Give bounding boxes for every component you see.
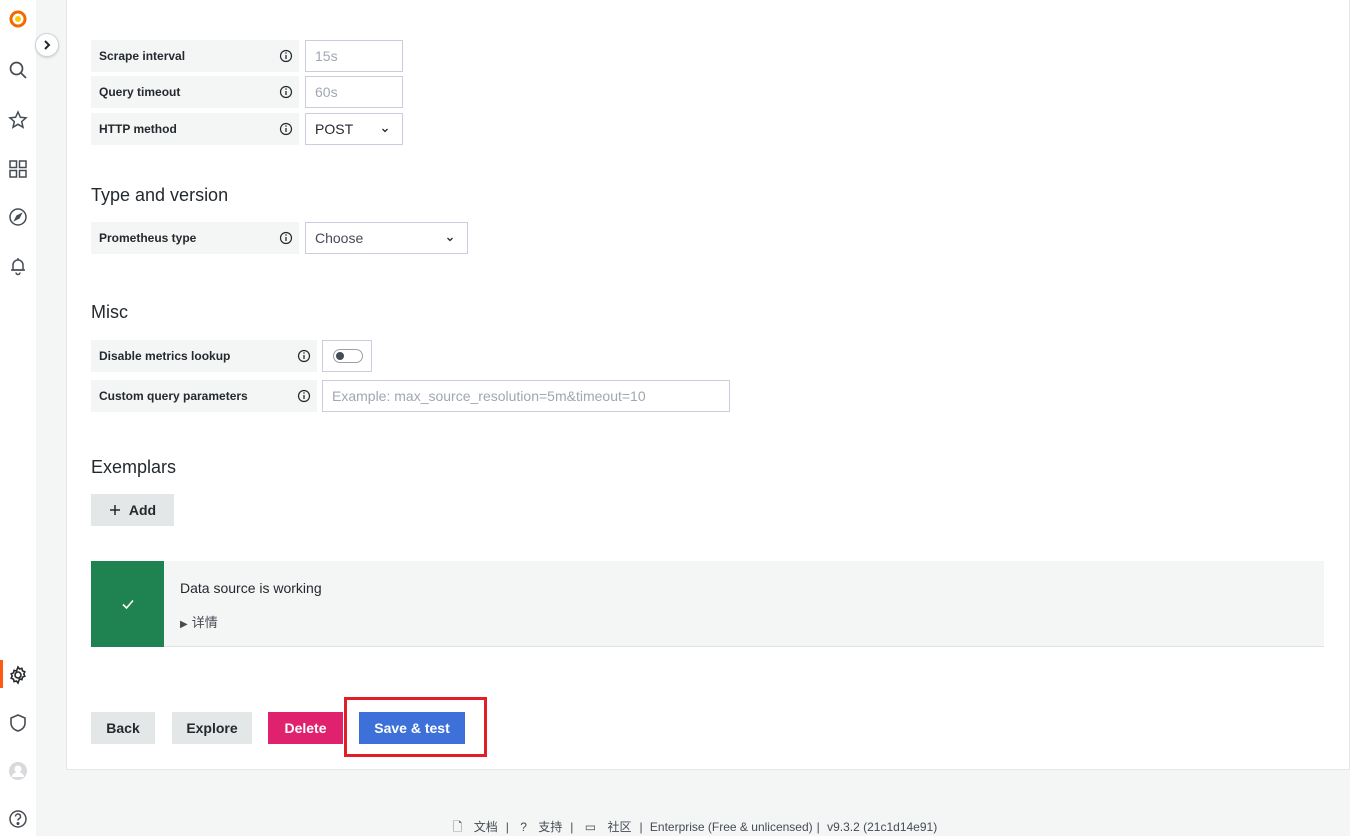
footer: 🗋 文档 | ? 支持 | ▭ 社区 | Enterprise (Free & unl…	[0, 818, 1350, 836]
info-icon[interactable]	[279, 85, 293, 99]
explore-button[interactable]: Explore	[172, 712, 252, 744]
http-method-label: HTTP method	[91, 113, 299, 145]
custom-query-params-label-text: Custom query parameters	[99, 389, 248, 403]
search-icon[interactable]	[7, 59, 29, 81]
misc-title: Misc	[91, 302, 128, 322]
docs-link[interactable]: 🗋 文档	[449, 820, 502, 834]
chevron-down-icon	[447, 237, 453, 242]
http-method-value: POST	[315, 121, 354, 137]
query-timeout-row: Query timeout 60s	[91, 76, 403, 108]
comment-icon: ▭	[584, 820, 597, 834]
alert-icon-box	[91, 561, 164, 647]
custom-query-params-label: Custom query parameters	[91, 380, 317, 412]
info-icon[interactable]	[279, 49, 293, 63]
prometheus-type-row: Prometheus type Choose	[91, 222, 468, 254]
avatar[interactable]	[7, 760, 29, 782]
delete-button[interactable]: Delete	[268, 712, 343, 744]
explore-icon[interactable]	[7, 206, 29, 228]
docs-label: 文档	[473, 820, 498, 834]
star-icon[interactable]	[7, 109, 29, 131]
toggle-knob	[336, 352, 344, 360]
expand-menu-button[interactable]	[35, 33, 59, 57]
custom-query-params-row: Custom query parameters Example: max_sou…	[91, 380, 730, 412]
plus-icon	[109, 505, 120, 515]
success-alert: Data source is working ▶ 详情	[91, 561, 1324, 647]
caret-right-icon: ▶	[180, 619, 188, 630]
sidebar	[0, 0, 36, 836]
check-icon	[121, 599, 134, 610]
alert-details-toggle[interactable]: ▶ 详情	[180, 612, 218, 631]
info-icon[interactable]	[297, 349, 311, 363]
configuration-icon[interactable]	[7, 664, 29, 686]
community-link[interactable]: ▭ 社区	[581, 820, 636, 834]
info-icon[interactable]	[279, 231, 293, 245]
query-timeout-label-text: Query timeout	[99, 85, 181, 99]
type-version-title: Type and version	[91, 185, 229, 205]
prometheus-type-label: Prometheus type	[91, 222, 299, 254]
shield-icon[interactable]	[7, 712, 29, 734]
exemplars-title: Exemplars	[91, 457, 177, 477]
scrape-interval-label: Scrape interval	[91, 40, 299, 72]
alerting-icon[interactable]	[7, 255, 29, 277]
edition-link[interactable]: Enterprise (Free & unlicensed)	[650, 820, 813, 834]
highlight-box	[344, 697, 487, 757]
active-indicator	[0, 660, 3, 688]
scrape-interval-label-text: Scrape interval	[99, 49, 186, 63]
alert-title: Data source is working	[180, 580, 322, 596]
custom-query-params-input[interactable]: Example: max_source_resolution=5m&timeou…	[322, 380, 730, 412]
toggle-track	[333, 349, 363, 363]
add-exemplar-button[interactable]: Add	[91, 494, 174, 526]
scrape-interval-row: Scrape interval 15s	[91, 40, 403, 72]
http-method-select[interactable]: POST	[305, 113, 403, 145]
disable-metrics-lookup-label: Disable metrics lookup	[91, 340, 317, 372]
http-method-label-text: HTTP method	[99, 122, 177, 136]
query-timeout-input[interactable]: 60s	[305, 76, 403, 108]
disable-metrics-lookup-toggle[interactable]	[322, 340, 372, 372]
support-label: 支持	[538, 820, 563, 834]
chevron-down-icon	[382, 128, 388, 133]
info-icon[interactable]	[297, 389, 311, 403]
grafana-logo-icon[interactable]	[7, 8, 29, 30]
back-button[interactable]: Back	[91, 712, 155, 744]
community-label: 社区	[607, 820, 632, 834]
support-link[interactable]: ? 支持	[516, 820, 566, 834]
alert-details-label: 详情	[191, 615, 218, 630]
prometheus-type-value: Choose	[315, 230, 364, 246]
disable-metrics-lookup-label-text: Disable metrics lookup	[99, 349, 231, 363]
disable-metrics-lookup-row: Disable metrics lookup	[91, 340, 372, 372]
scrape-interval-input[interactable]: 15s	[305, 40, 403, 72]
query-timeout-label: Query timeout	[91, 76, 299, 108]
question-icon: ?	[520, 820, 527, 834]
prometheus-type-label-text: Prometheus type	[99, 231, 197, 245]
version-text: v9.3.2 (21c1d14e91)	[827, 820, 938, 834]
info-icon[interactable]	[279, 122, 293, 136]
dashboards-icon[interactable]	[7, 158, 29, 180]
http-method-row: HTTP method POST	[91, 113, 403, 145]
add-exemplar-label: Add	[128, 502, 157, 518]
document-icon: 🗋	[452, 820, 463, 834]
prometheus-type-select[interactable]: Choose	[305, 222, 468, 254]
